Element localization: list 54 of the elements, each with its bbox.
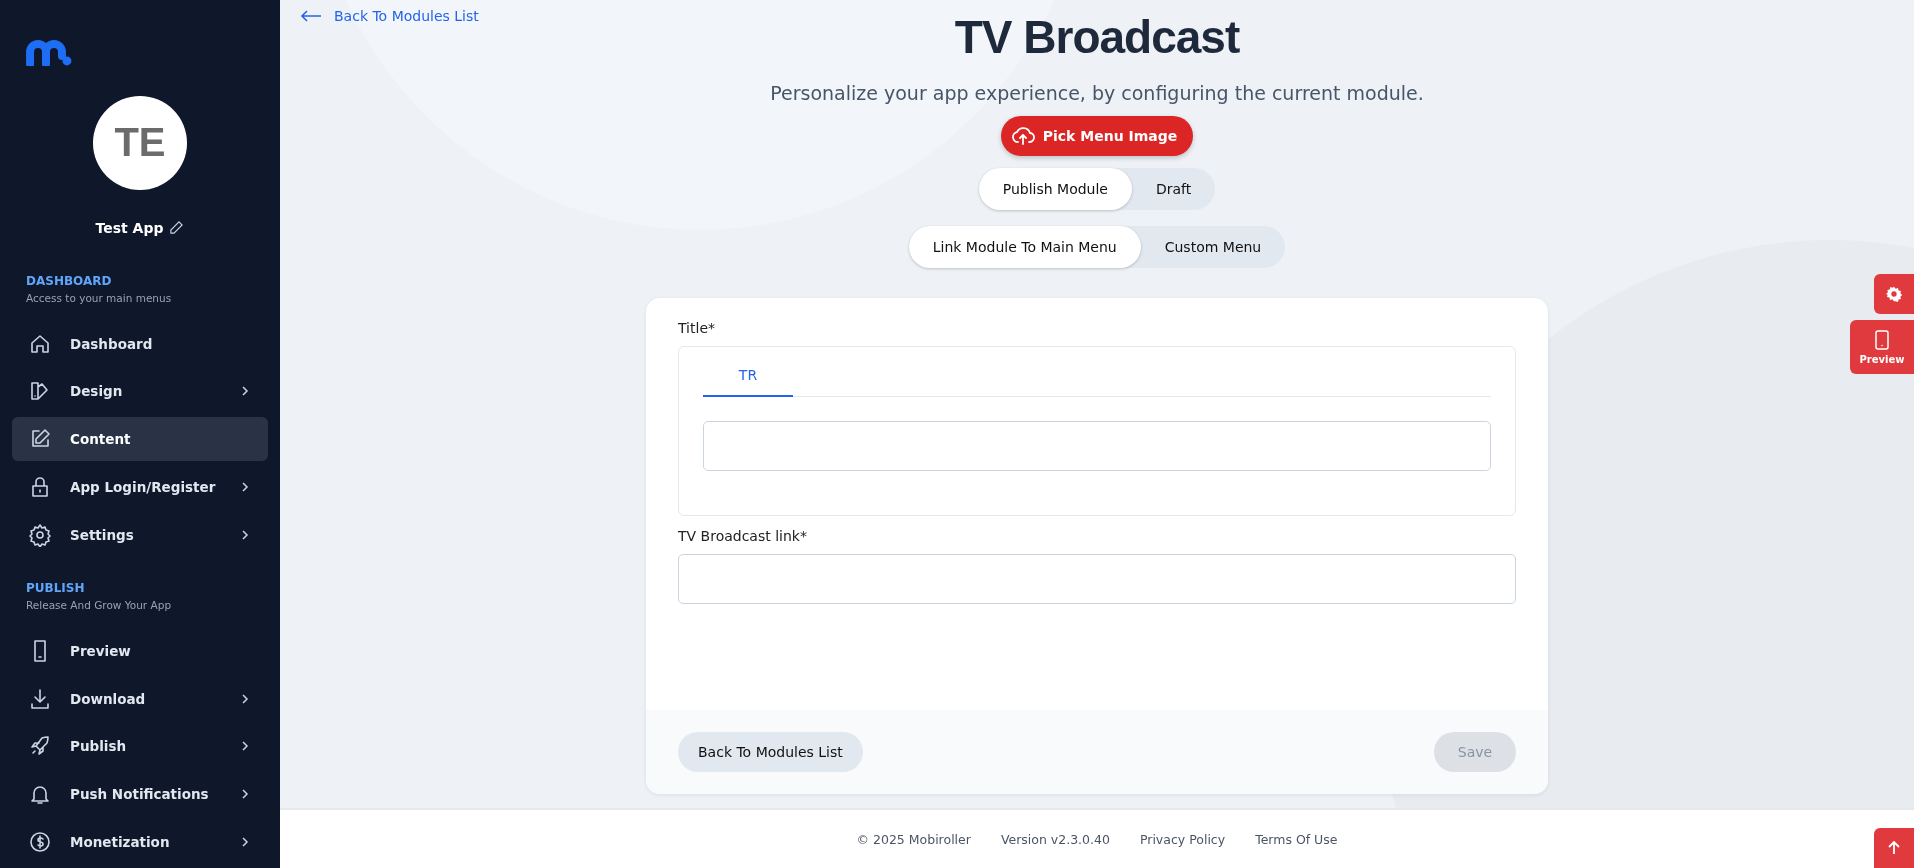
footer-text: © 2025 Mobiroller xyxy=(856,831,971,847)
field-label: TV Broadcast link* xyxy=(678,528,808,544)
cloud-upload-icon xyxy=(1010,124,1035,148)
footer-link[interactable]: Privacy Policy xyxy=(1139,831,1226,847)
language-tab[interactable]: TR xyxy=(703,359,793,397)
section-heading: DASHBOARD xyxy=(26,273,113,288)
scroll-top-button[interactable] xyxy=(1874,828,1914,868)
sidebar-item[interactable]: Content xyxy=(12,417,268,462)
chevron-icon xyxy=(240,529,250,540)
pencil-icon[interactable] xyxy=(169,220,185,236)
sidebar-item[interactable]: Download xyxy=(12,676,268,721)
sidebar-item[interactable]: Monetization xyxy=(12,820,268,864)
phone-icon xyxy=(1875,329,1889,350)
footer-text: Version v2.3.0.40 xyxy=(1000,831,1110,847)
title-input[interactable] xyxy=(703,421,1491,471)
link-input[interactable] xyxy=(678,554,1516,604)
toggle-option[interactable]: Link Module To Main Menu xyxy=(908,226,1141,268)
chevron-icon xyxy=(240,693,250,704)
arrow-up-icon xyxy=(1886,840,1902,856)
toggle-option[interactable]: Custom Menu xyxy=(1140,226,1286,268)
section-subheading: Release And Grow Your App xyxy=(26,598,173,611)
sidebar-item[interactable]: App Login/Register xyxy=(12,465,268,509)
settings-icon xyxy=(1886,286,1902,302)
pick-image-button[interactable]: Pick Menu Image xyxy=(1000,116,1194,156)
sidebar-item[interactable]: Dashboard xyxy=(12,321,268,366)
chevron-icon xyxy=(240,386,250,397)
arrow-left-icon xyxy=(300,10,322,22)
sidebar-item[interactable]: Design xyxy=(12,369,268,414)
section-heading: PUBLISH xyxy=(26,580,86,595)
download-icon xyxy=(28,686,52,711)
footer-link[interactable]: Terms Of Use xyxy=(1255,831,1338,847)
chevron-icon xyxy=(240,482,250,493)
sidebar-item[interactable]: Settings xyxy=(12,512,268,557)
sidebar-item[interactable]: Push Notifications xyxy=(12,772,268,817)
toggle-option[interactable]: Publish Module xyxy=(978,168,1132,210)
section-subheading: Access to your main menus xyxy=(26,291,173,304)
chevron-icon xyxy=(240,789,250,800)
logo-icon xyxy=(26,40,72,66)
field-label: Title* xyxy=(678,320,716,336)
page-subtitle: Personalize your app experience, by configuring the current module. xyxy=(770,82,1424,104)
chevron-icon xyxy=(240,741,250,752)
page-title: TV Broadcast xyxy=(954,10,1240,64)
chevron-icon xyxy=(240,837,250,848)
dollar-icon xyxy=(28,830,52,855)
sidebar-item[interactable]: Publish xyxy=(12,724,268,769)
app-avatar: TE xyxy=(93,95,187,190)
toggle-option[interactable]: Draft xyxy=(1132,168,1216,210)
app-name: Test App xyxy=(95,219,164,236)
back-button[interactable]: Back To Modules List xyxy=(678,732,863,772)
sidebar-item[interactable]: Preview xyxy=(12,628,268,673)
preview-button[interactable]: Preview xyxy=(1850,320,1914,374)
gear-icon xyxy=(28,522,52,547)
settings-button[interactable] xyxy=(1874,274,1914,314)
back-link[interactable]: Back To Modules List xyxy=(300,8,479,24)
